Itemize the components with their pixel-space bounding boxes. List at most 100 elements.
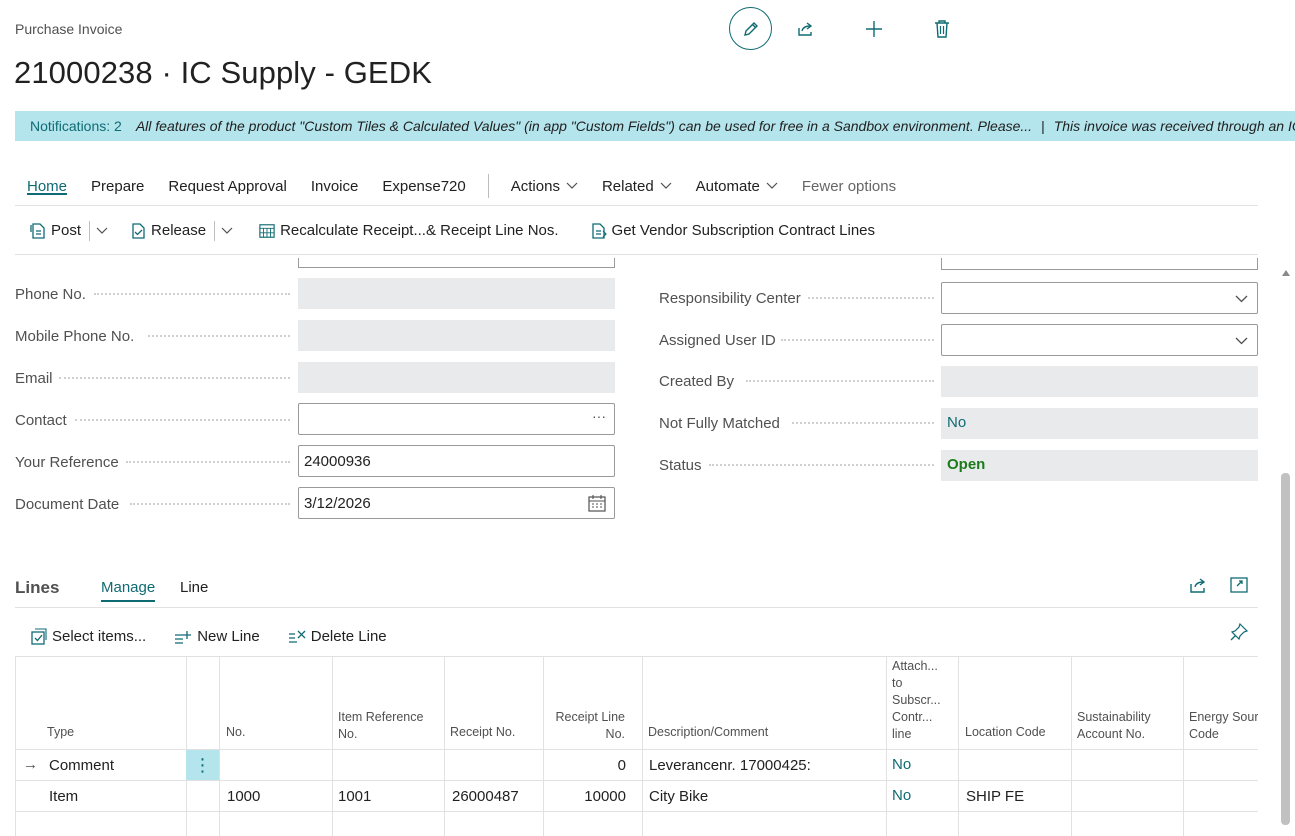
new-line-label: New Line: [197, 628, 260, 645]
not-fully-matched-value[interactable]: No: [947, 414, 966, 431]
edit-button[interactable]: [729, 7, 772, 50]
contact-input[interactable]: ···: [298, 403, 615, 435]
row-description[interactable]: Leverancenr. 17000425:: [649, 757, 811, 774]
tab-prepare[interactable]: Prepare: [91, 167, 144, 206]
tab-home[interactable]: Home: [27, 167, 68, 206]
header-receipt-line[interactable]: Receipt Line No.: [556, 709, 626, 743]
delete-line-icon: [288, 630, 306, 644]
notification-bar[interactable]: Notifications: 2 All features of the pro…: [15, 111, 1295, 141]
header-no[interactable]: No.: [226, 724, 245, 741]
menu-related[interactable]: Related: [602, 167, 672, 206]
delete-button[interactable]: [932, 19, 952, 39]
row-receipt-line[interactable]: 0: [618, 757, 626, 774]
header-attach[interactable]: Attach... to Subscr... Contr... line: [892, 658, 941, 743]
prev-field-bottom-right: [941, 258, 1258, 270]
lines-tab-manage[interactable]: Manage: [101, 579, 156, 602]
tab-invoice[interactable]: Invoice: [311, 167, 359, 206]
responsibility-center-select[interactable]: [941, 282, 1258, 314]
header-energy-line2: Code: [1189, 727, 1219, 741]
notification-count[interactable]: Notifications: 2: [30, 118, 122, 134]
share-button[interactable]: [796, 19, 816, 39]
row-item-ref[interactable]: 1001: [338, 788, 371, 805]
lines-tab-line[interactable]: Line: [180, 579, 208, 596]
notification-separator: |: [1041, 118, 1045, 134]
header-receipt-no[interactable]: Receipt No.: [450, 724, 515, 741]
select-items-button[interactable]: Select items...: [30, 628, 146, 645]
release-label: Release: [151, 222, 207, 239]
header-sustainability[interactable]: Sustainability Account No.: [1077, 709, 1151, 743]
recalculate-button[interactable]: Recalculate Receipt...& Receipt Line Nos…: [259, 207, 559, 255]
header-attach-line1: Attach...: [892, 659, 938, 673]
lookup-button[interactable]: ···: [592, 408, 606, 424]
row-receipt-line[interactable]: 10000: [584, 788, 626, 805]
grid-col-border: [1071, 657, 1072, 836]
new-line-icon: [174, 630, 192, 644]
header-attach-line4: Contr...: [892, 710, 933, 724]
header-description[interactable]: Description/Comment: [648, 724, 768, 741]
trash-icon: [935, 19, 949, 38]
row-location[interactable]: SHIP FE: [966, 788, 1024, 805]
menu-automate[interactable]: Automate: [696, 167, 778, 206]
grid-row-separator: [15, 811, 1258, 812]
tab-expense720[interactable]: Expense720: [382, 167, 465, 206]
email-label: Email: [15, 370, 53, 387]
calculator-icon: [259, 222, 275, 240]
notification-message-2[interactable]: This invoice was received through an IC …: [1054, 118, 1295, 134]
new-line-button[interactable]: New Line: [174, 628, 260, 645]
row-type[interactable]: Comment: [49, 757, 114, 774]
header-receipt-line-line2: No.: [605, 727, 625, 741]
header-item-ref-line2: No.: [338, 727, 358, 741]
row-no[interactable]: 1000: [227, 788, 260, 805]
expand-icon[interactable]: [1230, 577, 1248, 593]
scroll-up-icon[interactable]: [1282, 270, 1290, 276]
document-date-label: Document Date: [15, 496, 120, 513]
page-caption: Purchase Invoice: [15, 21, 123, 37]
release-dropdown[interactable]: [221, 207, 233, 255]
get-vendor-subscription-label: Get Vendor Subscription Contract Lines: [611, 222, 876, 239]
scrollbar-thumb[interactable]: [1281, 473, 1290, 825]
chevron-down-icon: [1235, 337, 1248, 345]
post-icon: [30, 222, 46, 240]
not-fully-matched-field[interactable]: No: [941, 408, 1258, 439]
get-vendor-subscription-button[interactable]: Get Vendor Subscription Contract Lines: [591, 207, 875, 255]
header-location-code[interactable]: Location Code: [965, 724, 1046, 741]
tab-request-approval[interactable]: Request Approval: [168, 167, 286, 206]
toolbar-split: [89, 220, 91, 241]
row-receipt-no[interactable]: 26000487: [452, 788, 519, 805]
your-reference-value: 24000936: [304, 452, 371, 470]
row-description[interactable]: City Bike: [649, 788, 708, 805]
header-receipt-line-line1: Receipt Line: [555, 710, 626, 724]
notification-message[interactable]: All features of the product "Custom Tile…: [136, 118, 1032, 134]
email-field: [298, 362, 615, 393]
release-button[interactable]: Release: [130, 207, 206, 255]
row-attach[interactable]: No: [892, 756, 911, 773]
your-reference-input[interactable]: 24000936: [298, 445, 615, 477]
header-type[interactable]: Type: [47, 724, 74, 741]
calendar-icon[interactable]: [588, 495, 606, 512]
share-icon: [798, 21, 813, 36]
row-actions-button[interactable]: ⋮: [186, 750, 219, 780]
post-button[interactable]: Post: [30, 207, 81, 255]
row-attach[interactable]: No: [892, 787, 911, 804]
assigned-user-id-select[interactable]: [941, 324, 1258, 356]
header-item-ref[interactable]: Item Reference No.: [338, 709, 423, 743]
document-date-input[interactable]: 3/12/2026: [298, 487, 615, 519]
menu-related-label: Related: [601, 177, 654, 195]
share-icon[interactable]: [1189, 576, 1209, 594]
grid-row-separator: [15, 780, 1258, 781]
header-energy-source[interactable]: Energy Sour Code: [1189, 709, 1258, 743]
status-badge: Open: [947, 456, 986, 473]
not-fully-matched-label: Not Fully Matched: [659, 415, 780, 432]
grid-col-border: [332, 657, 333, 836]
fewer-options-button[interactable]: Fewer options: [802, 167, 896, 206]
menu-automate-label: Automate: [695, 177, 760, 195]
new-button[interactable]: [864, 19, 884, 39]
lines-divider: [15, 607, 1258, 608]
grid-col-border: [886, 657, 887, 836]
page-title: 21000238 · IC Supply - GEDK: [14, 55, 432, 90]
menu-actions[interactable]: Actions: [511, 167, 578, 206]
delete-line-button[interactable]: Delete Line: [288, 628, 387, 645]
row-type[interactable]: Item: [49, 788, 78, 805]
pin-icon[interactable]: [1230, 623, 1248, 641]
post-dropdown[interactable]: [96, 207, 108, 255]
